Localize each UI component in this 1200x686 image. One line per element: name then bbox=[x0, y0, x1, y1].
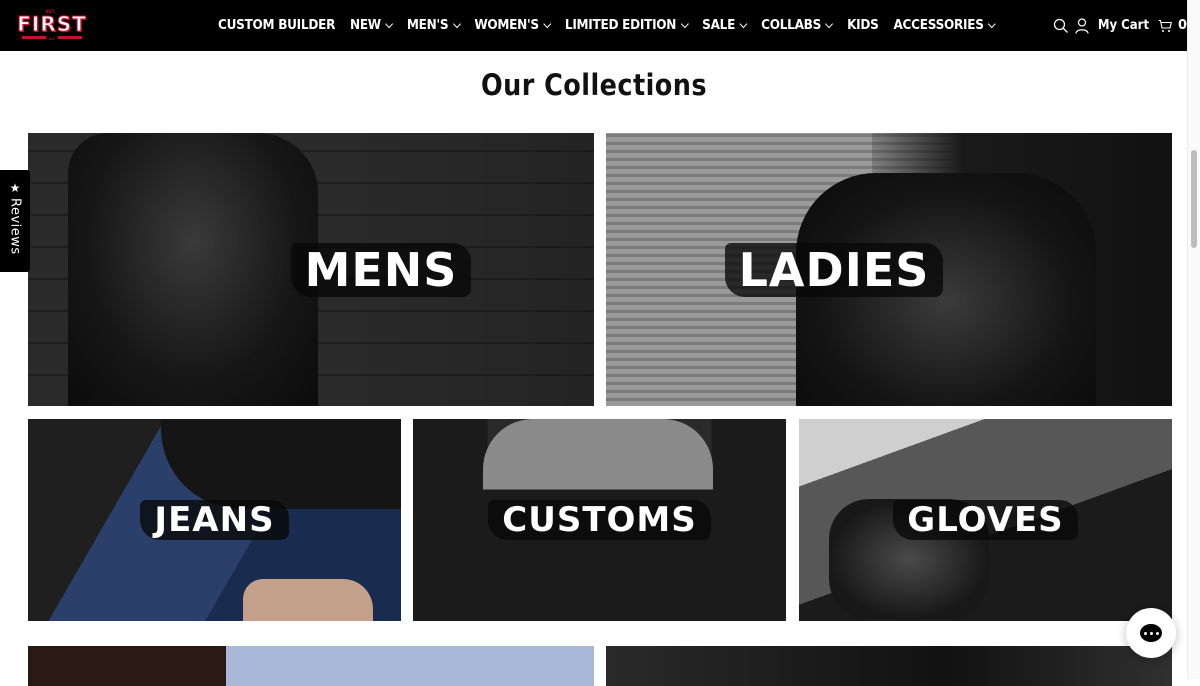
reviews-tab-label: Reviews bbox=[7, 198, 23, 255]
menu-item-label: LIMITED EDITION bbox=[564, 18, 677, 33]
menu-item-collabs[interactable]: COLLABS bbox=[761, 18, 834, 33]
menu-item-kids[interactable]: KIDS bbox=[847, 18, 879, 33]
chat-launcher-button[interactable] bbox=[1126, 608, 1176, 658]
collection-tile-partial-right[interactable] bbox=[606, 646, 1172, 686]
reviews-side-tab[interactable]: ★ Reviews bbox=[0, 170, 30, 272]
menu-item-mens[interactable]: MEN'S bbox=[406, 18, 461, 33]
logo-co-text: CO. bbox=[46, 36, 58, 41]
collection-label: JEANS bbox=[28, 500, 401, 540]
chat-dot bbox=[1143, 631, 1147, 635]
section-title: Our Collections bbox=[481, 68, 707, 102]
collection-label-text: LADIES bbox=[724, 242, 944, 297]
menu-item-limited-edition[interactable]: LIMITED EDITION bbox=[564, 18, 689, 33]
page-scrollbar[interactable] bbox=[1187, 0, 1200, 679]
top-navigation-bar: EST. FIRST CO. CUSTOM BUILDER NEW MEN'S … bbox=[0, 0, 1188, 51]
menu-item-label: COLLABS bbox=[761, 18, 822, 33]
collection-tile-gloves[interactable]: GLOVES bbox=[799, 419, 1172, 621]
first-co-logo[interactable]: EST. FIRST CO. bbox=[17, 9, 87, 41]
chevron-down-icon bbox=[988, 19, 996, 29]
menu-item-label: ACCESSORIES bbox=[893, 18, 984, 33]
collection-tile-ladies[interactable]: LADIES bbox=[606, 133, 1172, 406]
menu-item-label: NEW bbox=[349, 18, 381, 33]
menu-item-label: MEN'S bbox=[406, 18, 449, 33]
menu-item-sale[interactable]: SALE bbox=[702, 18, 748, 33]
user-icon[interactable] bbox=[1075, 17, 1089, 34]
search-icon[interactable] bbox=[1053, 18, 1069, 34]
cart-icon[interactable] bbox=[1158, 19, 1172, 33]
cart-label[interactable]: My Cart bbox=[1098, 18, 1149, 33]
menu-item-custom-builder[interactable]: CUSTOM BUILDER bbox=[218, 18, 335, 33]
collection-tile-customs[interactable]: CUSTOMS bbox=[413, 419, 786, 621]
collection-label-text: GLOVES bbox=[893, 500, 1078, 540]
collection-label: CUSTOMS bbox=[413, 500, 786, 540]
main-menu: CUSTOM BUILDER NEW MEN'S WOMEN'S LIMITED… bbox=[218, 0, 996, 51]
scrollbar-thumb[interactable] bbox=[1191, 150, 1197, 248]
logo-wordmark: FIRST bbox=[17, 12, 87, 37]
header-utilities: My Cart 0 bbox=[1053, 0, 1188, 51]
collection-label-text: JEANS bbox=[140, 500, 289, 540]
chat-dot bbox=[1149, 631, 1153, 635]
menu-item-label: CUSTOM BUILDER bbox=[218, 18, 336, 33]
chevron-down-icon bbox=[825, 19, 834, 29]
collection-label: GLOVES bbox=[799, 500, 1172, 540]
collection-tile-mens[interactable]: MENS bbox=[28, 133, 594, 406]
menu-item-label: KIDS bbox=[847, 18, 879, 33]
chat-dot bbox=[1155, 631, 1159, 635]
collection-label: LADIES bbox=[606, 242, 1172, 297]
collection-label-text: MENS bbox=[290, 242, 472, 297]
chevron-down-icon bbox=[680, 19, 689, 29]
jeans-hand-image bbox=[243, 579, 373, 621]
chevron-down-icon bbox=[543, 19, 552, 29]
menu-item-label: WOMEN'S bbox=[474, 18, 539, 33]
jeans-shirt-image bbox=[161, 419, 401, 509]
collection-label: MENS bbox=[168, 242, 594, 297]
chevron-down-icon bbox=[452, 19, 461, 29]
menu-item-new[interactable]: NEW bbox=[349, 18, 394, 33]
chat-icon bbox=[1140, 624, 1162, 642]
menu-item-label: SALE bbox=[702, 18, 736, 33]
chevron-down-icon bbox=[739, 19, 748, 29]
chevron-down-icon bbox=[385, 19, 394, 29]
collection-tile-jeans[interactable]: JEANS bbox=[28, 419, 401, 621]
star-icon: ★ bbox=[9, 181, 21, 195]
collection-label-text: CUSTOMS bbox=[488, 500, 711, 540]
menu-item-accessories[interactable]: ACCESSORIES bbox=[893, 18, 996, 33]
collection-tile-partial-left[interactable] bbox=[28, 646, 594, 686]
menu-item-womens[interactable]: WOMEN'S bbox=[474, 18, 552, 33]
